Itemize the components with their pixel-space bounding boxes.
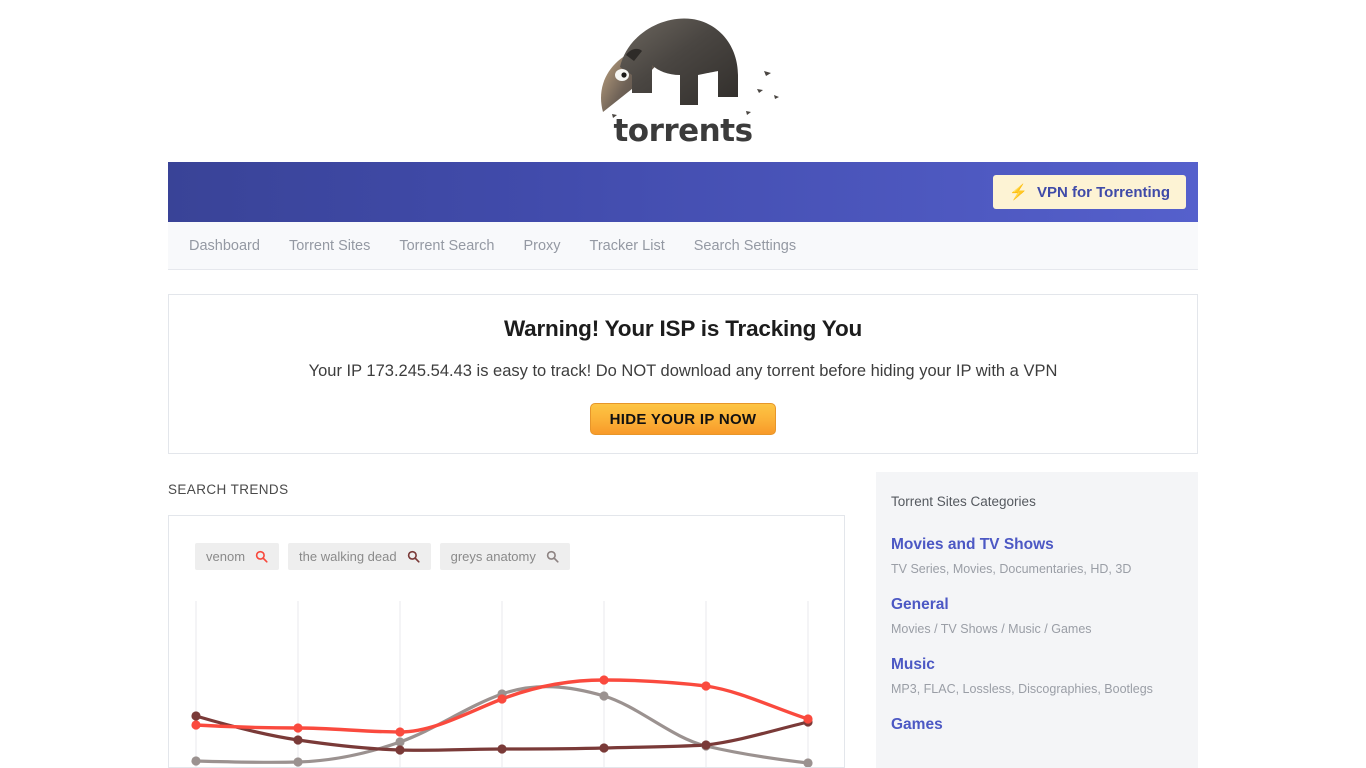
category-description: MP3, FLAC, Lossless, Discographies, Boot… (891, 682, 1153, 696)
vpn-button-label: VPN for Torrenting (1036, 183, 1170, 201)
nav-item-proxy[interactable]: Proxy (523, 238, 560, 254)
nav-item-torrent-sites[interactable]: Torrent Sites (289, 238, 370, 254)
category-general: General Movies / TV Shows / Music / Game… (891, 596, 1198, 636)
nav-item-torrent-search[interactable]: Torrent Search (399, 238, 494, 254)
page-root: torrents ⚡ VPN for Torrenting Dashboard … (0, 0, 1366, 768)
category-description: Movies / TV Shows / Music / Games (891, 622, 1092, 636)
search-icon[interactable] (546, 550, 559, 563)
search-chip-label: venom (206, 549, 246, 564)
category-movies-and-tv-shows: Movies and TV Shows TV Series, Movies, D… (891, 536, 1198, 576)
category-description: TV Series, Movies, Documentaries, HD, 3D (891, 562, 1132, 576)
search-chip-label: greys anatomy (450, 549, 536, 564)
category-link[interactable]: Movies and TV Shows (891, 536, 1198, 554)
logo-wordmark: torrents (613, 113, 753, 149)
sidebar-title: Torrent Sites Categories (891, 494, 1036, 509)
search-trends-heading: SEARCH TRENDS (168, 482, 289, 497)
lightning-bolt-icon: ⚡ (1009, 183, 1028, 201)
search-icon[interactable] (255, 550, 268, 563)
isp-warning-panel: Warning! Your ISP is Tracking You Your I… (168, 294, 1198, 454)
category-link[interactable]: Music (891, 656, 1198, 674)
category-link[interactable]: Games (891, 716, 1198, 734)
nav-item-search-settings[interactable]: Search Settings (694, 238, 796, 254)
warning-title: Warning! Your ISP is Tracking You (503, 316, 863, 341)
vpn-for-torrenting-button[interactable]: ⚡ VPN for Torrenting (993, 175, 1186, 209)
hide-your-ip-button[interactable]: HIDE YOUR IP NOW (589, 403, 777, 435)
torrent-sites-categories-sidebar: Torrent Sites Categories Movies and TV S… (876, 472, 1198, 768)
search-chip-venom[interactable]: venom (195, 543, 280, 570)
category-games: Games (891, 716, 1198, 734)
search-chip-the-walking-dead[interactable]: the walking dead (288, 543, 431, 570)
vpn-promo-bar: ⚡ VPN for Torrenting (168, 162, 1198, 222)
site-logo[interactable]: torrents (0, 0, 1366, 158)
nav-item-tracker-list[interactable]: Tracker List (590, 238, 665, 254)
search-chip-label: the walking dead (299, 549, 397, 564)
search-term-chips: venom the walking dead greys anatomy (195, 543, 570, 570)
warning-subtitle: Your IP 173.245.54.43 is easy to track! … (308, 362, 1058, 380)
category-music: Music MP3, FLAC, Lossless, Discographies… (891, 656, 1198, 696)
category-link[interactable]: General (891, 596, 1198, 614)
search-chip-greys-anatomy[interactable]: greys anatomy (439, 543, 570, 570)
main-navigation: Dashboard Torrent Sites Torrent Search P… (168, 222, 1198, 270)
search-trends-card: venom the walking dead greys anatomy (168, 515, 845, 768)
search-icon[interactable] (407, 550, 420, 563)
nav-item-dashboard[interactable]: Dashboard (189, 238, 260, 254)
anteater-logo-icon (601, 18, 779, 118)
